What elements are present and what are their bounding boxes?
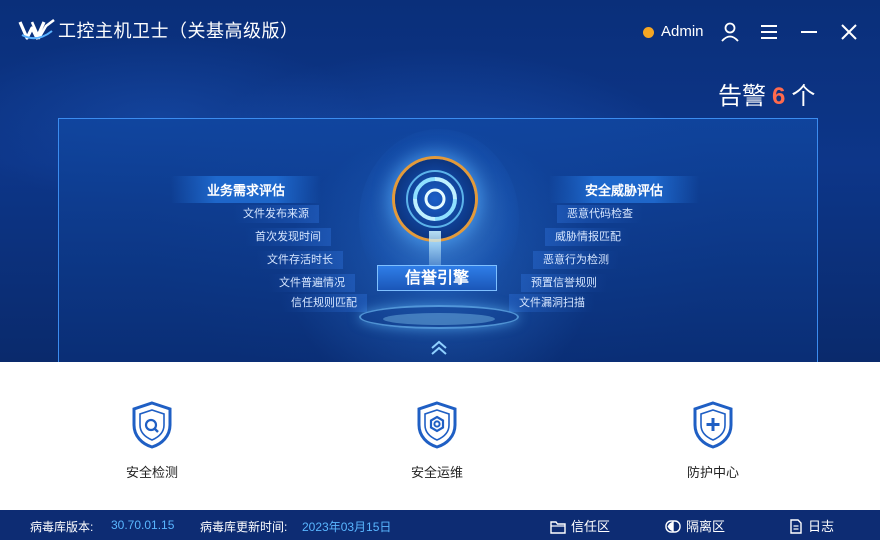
online-status-dot	[643, 27, 654, 38]
engine-label: 信誉引擎	[377, 265, 497, 291]
security-ops-label: 安全运维	[410, 465, 463, 480]
app-logo-icon	[18, 18, 55, 40]
alert-counter[interactable]: 告警 6 个	[718, 76, 815, 111]
security-check-card[interactable]: 安全检测	[92, 400, 212, 490]
folder-icon	[550, 521, 566, 534]
protection-center-label: 防护中心	[686, 465, 739, 480]
chevron-up-icon[interactable]	[427, 339, 451, 357]
db-version-value: 30.70.01.15	[111, 518, 175, 532]
app-title: 工控主机卫士（关基高级版）	[58, 21, 299, 41]
right-feature-item: 威胁情报匹配	[545, 228, 631, 246]
right-feature-item: 文件漏洞扫描	[509, 294, 595, 312]
user-icon[interactable]	[718, 20, 742, 44]
close-icon[interactable]	[837, 20, 861, 44]
left-feature-item: 信任规则匹配	[281, 294, 367, 312]
right-feature-item: 恶意代码检查	[557, 205, 643, 223]
title-bar: 工控主机卫士（关基高级版） Admin	[0, 0, 880, 60]
right-feature-item: 预置信誉规则	[521, 274, 607, 292]
engine-core	[395, 159, 475, 239]
log-button[interactable]: 日志	[789, 516, 834, 535]
trust-zone-label: 信任区	[571, 519, 611, 534]
db-update-label: 病毒库更新时间:	[200, 520, 288, 534]
minimize-icon[interactable]	[797, 20, 821, 44]
right-feature-item: 恶意行为检测	[533, 251, 619, 269]
quarantine-icon	[665, 520, 681, 533]
db-version-label: 病毒库版本:	[30, 520, 94, 534]
header-area: 工控主机卫士（关基高级版） Admin 告警 6 个 业务需求评估 文件发布来源 首…	[0, 0, 880, 362]
alert-suffix: 个	[791, 83, 816, 110]
alert-count: 6	[772, 83, 786, 110]
security-check-label: 安全检测	[125, 465, 178, 480]
alert-prefix: 告警	[718, 83, 766, 110]
left-feature-item: 文件存活时长	[257, 251, 343, 269]
log-label: 日志	[808, 519, 835, 534]
swirl-icon	[406, 170, 464, 228]
engine-base-glow	[383, 313, 495, 325]
security-ops-card[interactable]: 安全运维	[377, 400, 497, 490]
protection-center-card[interactable]: 防护中心	[653, 400, 773, 490]
threat-assessment-title: 安全威胁评估	[549, 176, 699, 203]
reputation-engine-panel: 业务需求评估 文件发布来源 首次发现时间 文件存活时长 文件普遍情况 信任规则匹…	[58, 118, 818, 362]
document-icon	[790, 519, 802, 534]
db-update-value: 2023年03月15日	[302, 520, 392, 534]
business-assessment-title: 业务需求评估	[171, 176, 321, 203]
shield-plus-icon	[693, 401, 733, 449]
quarantine-button[interactable]: 隔离区	[665, 516, 725, 535]
left-feature-item: 文件普遍情况	[269, 274, 355, 292]
quarantine-label: 隔离区	[686, 519, 726, 534]
shield-search-icon	[132, 401, 172, 449]
function-cards: 安全检测 安全运维 防护中心	[0, 362, 880, 510]
menu-icon[interactable]	[757, 20, 781, 44]
left-feature-item: 文件发布来源	[233, 205, 319, 223]
left-feature-item: 首次发现时间	[245, 228, 331, 246]
status-bar: 病毒库版本: 30.70.01.15 病毒库更新时间: 2023年03月15日 …	[0, 510, 880, 540]
shield-gear-icon	[417, 401, 457, 449]
trust-zone-button[interactable]: 信任区	[550, 516, 610, 535]
user-name[interactable]: Admin	[661, 23, 704, 40]
